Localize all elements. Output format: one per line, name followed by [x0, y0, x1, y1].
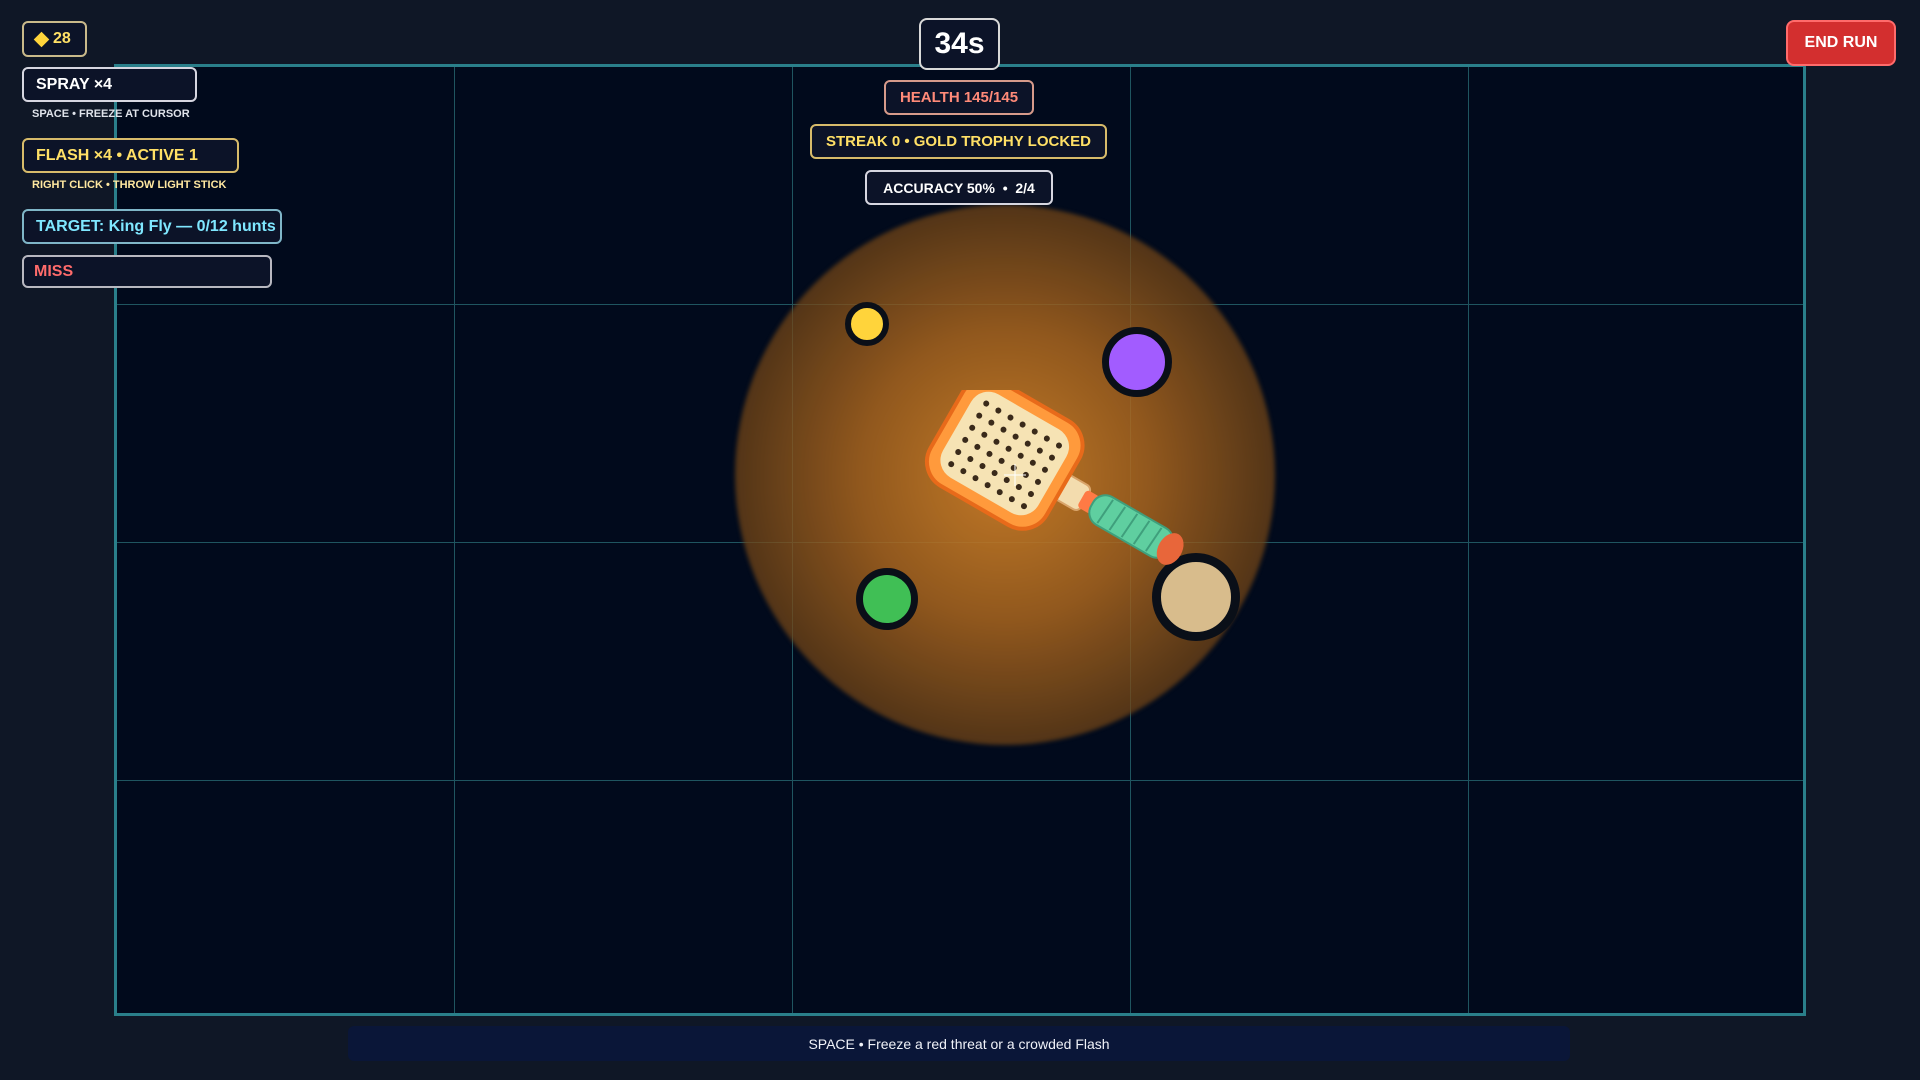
grid-line — [117, 780, 1803, 781]
diamond-icon — [33, 31, 50, 47]
health-value: HEALTH 145/145 — [899, 89, 1019, 106]
crosshair-icon — [1004, 464, 1026, 486]
grid-line — [1468, 67, 1469, 1013]
miss-label: MISS — [34, 262, 74, 280]
timer-value: 34s — [934, 27, 985, 60]
accuracy-value: ACCURACY 50% • 2/4 — [883, 179, 1035, 196]
streak-value: STREAK 0 • GOLD TROPHY LOCKED — [826, 133, 1091, 150]
coin-counter: 28 — [22, 21, 87, 57]
spray-hint: SPACE • FREEZE AT CURSOR — [32, 108, 190, 120]
coin-count: 28 — [53, 30, 71, 47]
yellow-bug[interactable] — [845, 302, 889, 346]
spray-counter: SPRAY ×4 — [22, 67, 197, 102]
flash-hint: RIGHT CLICK • THROW LIGHT STICK — [32, 179, 227, 191]
green-bug[interactable] — [856, 568, 918, 630]
streak-display: STREAK 0 • GOLD TROPHY LOCKED — [810, 124, 1107, 159]
target-label: TARGET: King Fly — 0/12 hunts — [36, 217, 276, 235]
miss-indicator: MISS — [22, 255, 272, 288]
fly-swatter-icon — [924, 390, 1184, 565]
target-panel: TARGET: King Fly — 0/12 hunts — [22, 209, 282, 244]
hint-text: SPACE • Freeze a red threat or a crowded… — [808, 1035, 1110, 1052]
grid-line — [454, 67, 455, 1013]
accuracy-display: ACCURACY 50% • 2/4 — [865, 170, 1053, 205]
flash-counter: FLASH ×4 • ACTIVE 1 — [22, 138, 239, 173]
spray-label: SPRAY ×4 — [36, 75, 113, 93]
flash-label: FLASH ×4 • ACTIVE 1 — [36, 146, 198, 164]
game-screen: 28 SPRAY ×4 SPACE • FREEZE AT CURSOR FLA… — [0, 0, 1920, 1080]
end-run-button[interactable]: END RUN — [1786, 20, 1896, 66]
hint-bar: SPACE • Freeze a red threat or a crowded… — [348, 1026, 1570, 1061]
purple-bug[interactable] — [1102, 327, 1172, 397]
health-display: HEALTH 145/145 — [884, 80, 1034, 115]
timer-display: 34s — [919, 18, 1000, 70]
